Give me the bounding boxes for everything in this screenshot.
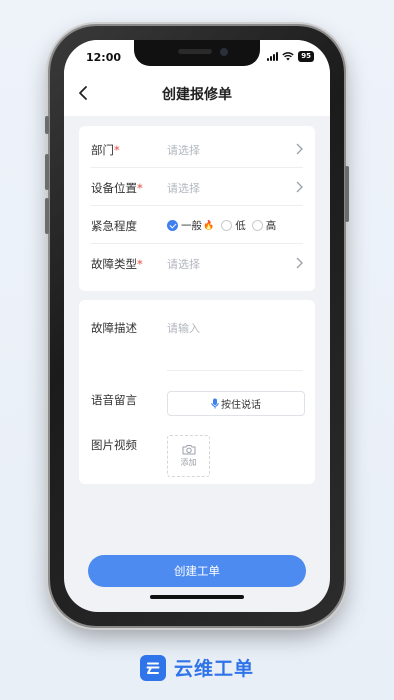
brand: 云维工单 bbox=[0, 654, 394, 681]
brand-name: 云维工单 bbox=[173, 658, 254, 680]
brand-logo-icon bbox=[139, 654, 166, 681]
power-button bbox=[345, 166, 349, 222]
phone-screen: 12:00 95 创建报修单 部门* 请选择 设备位置* 请选择 紧急程度 一般… bbox=[64, 40, 330, 612]
microphone-icon bbox=[211, 398, 219, 409]
add-media-label: 添加 bbox=[180, 458, 197, 467]
hold-to-talk-button[interactable]: 按住说话 bbox=[167, 391, 305, 416]
status-icons: 95 bbox=[267, 51, 314, 62]
wifi-icon bbox=[282, 52, 294, 61]
mute-switch bbox=[45, 116, 49, 134]
nav-bar: 创建报修单 bbox=[64, 70, 330, 116]
urgency-option-normal[interactable]: 一般 🔥 bbox=[167, 218, 215, 233]
page-title: 创建报修单 bbox=[162, 87, 232, 103]
urgency-option-label: 高 bbox=[265, 220, 277, 232]
create-ticket-button[interactable]: 创建工单 bbox=[88, 555, 306, 587]
fault-type-select[interactable]: 请选择 bbox=[167, 256, 200, 272]
department-select[interactable]: 请选择 bbox=[167, 142, 200, 158]
urgency-radio-group: 一般 🔥 低 高 bbox=[167, 218, 282, 233]
chevron-right-icon bbox=[296, 143, 303, 155]
fault-type-label: 故障类型* bbox=[91, 257, 143, 271]
urgency-row: 紧急程度 一般 🔥 低 高 bbox=[91, 206, 303, 244]
details-card: 故障描述 请输入 语音留言 按住说话 图片视频 添加 bbox=[79, 300, 315, 484]
description-textarea[interactable]: 请输入 bbox=[167, 320, 303, 370]
phone-frame: 12:00 95 创建报修单 部门* 请选择 设备位置* 请选择 紧急程度 一般… bbox=[45, 26, 349, 626]
urgency-label: 紧急程度 bbox=[91, 219, 137, 233]
basic-info-card: 部门* 请选择 设备位置* 请选择 紧急程度 一般 🔥 低 高 故障类型* 请选… bbox=[79, 126, 315, 291]
radio-icon bbox=[221, 220, 233, 231]
department-row[interactable]: 部门* 请选择 bbox=[91, 130, 303, 168]
chevron-right-icon bbox=[296, 181, 303, 193]
battery-icon: 95 bbox=[298, 51, 314, 62]
divider bbox=[167, 370, 303, 371]
speaker bbox=[178, 49, 212, 54]
front-camera bbox=[220, 48, 228, 56]
location-label: 设备位置* bbox=[91, 181, 143, 195]
hold-to-talk-label: 按住说话 bbox=[221, 400, 261, 411]
department-label: 部门* bbox=[91, 143, 120, 157]
voice-label: 语音留言 bbox=[91, 393, 137, 407]
check-icon bbox=[167, 220, 178, 231]
radio-icon bbox=[251, 220, 263, 231]
urgency-option-label: 一般 bbox=[181, 220, 202, 232]
flame-icon: 🔥 bbox=[203, 220, 215, 231]
description-label: 故障描述 bbox=[91, 321, 137, 335]
urgency-option-high[interactable]: 高 bbox=[251, 218, 277, 233]
camera-icon bbox=[182, 445, 195, 455]
fault-type-row[interactable]: 故障类型* 请选择 bbox=[91, 244, 303, 282]
volume-up-button bbox=[45, 154, 49, 190]
chevron-right-icon bbox=[296, 257, 303, 269]
volume-down-button bbox=[45, 198, 49, 234]
status-time: 12:00 bbox=[86, 51, 122, 64]
location-row[interactable]: 设备位置* 请选择 bbox=[91, 168, 303, 206]
home-indicator bbox=[150, 595, 244, 599]
media-label: 图片视频 bbox=[91, 438, 137, 452]
add-media-button[interactable]: 添加 bbox=[167, 435, 210, 477]
location-select[interactable]: 请选择 bbox=[167, 180, 200, 196]
signal-icon bbox=[267, 52, 279, 61]
notch bbox=[134, 40, 260, 66]
urgency-option-label: 低 bbox=[235, 220, 246, 232]
urgency-option-low[interactable]: 低 bbox=[221, 218, 246, 233]
